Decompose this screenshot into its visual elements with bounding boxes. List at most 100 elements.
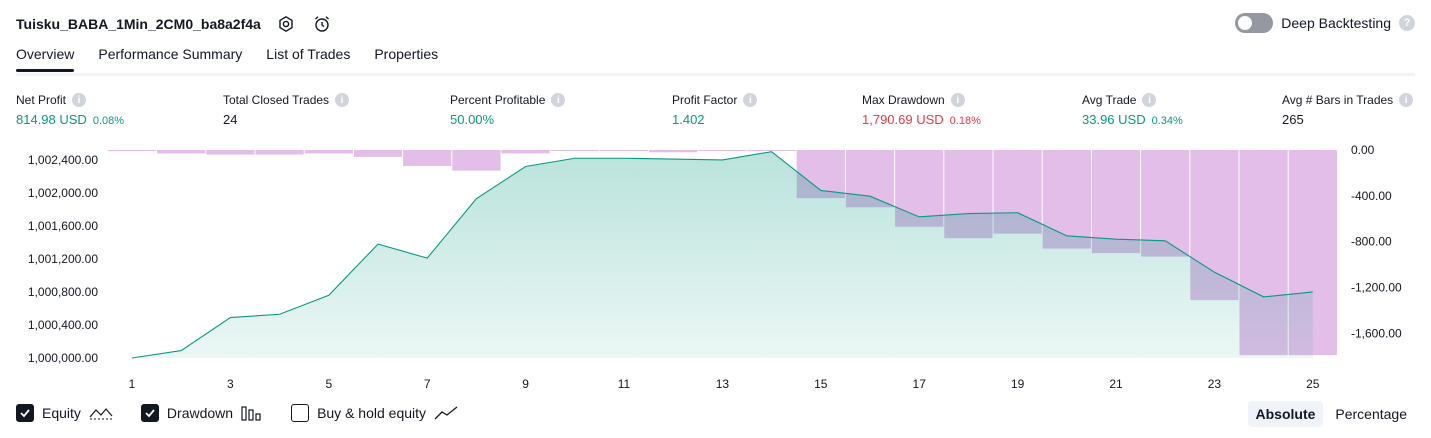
info-icon[interactable]: i — [551, 93, 566, 107]
y-right-tick-label: -400.00 — [1351, 189, 1392, 203]
drawdown-bar — [649, 150, 698, 153]
info-icon[interactable]: i — [1142, 93, 1157, 107]
metric-label: Profit Factor — [672, 93, 738, 107]
x-tick-label: 1 — [129, 377, 136, 391]
drawdown-bar — [206, 150, 255, 155]
drawdown-bar — [452, 150, 501, 171]
buy-hold-checkbox[interactable] — [291, 404, 310, 422]
metric-percent: 0.34% — [1151, 115, 1183, 127]
drawdown-bar — [157, 150, 206, 154]
info-icon[interactable]: i — [1399, 93, 1414, 107]
x-tick-label: 15 — [814, 377, 828, 391]
metric-label: Percent Profitable — [450, 93, 546, 107]
y-right-tick-label: -1,600.00 — [1351, 326, 1402, 340]
tabs-divider — [16, 73, 1415, 76]
y-left-tick-label: 1,001,200.00 — [28, 252, 98, 266]
strategy-title: Tuisku_BABA_1Min_2CM0_ba8a2f4a — [16, 16, 261, 32]
info-icon[interactable]: i — [950, 93, 965, 107]
drawdown-bar — [550, 150, 599, 151]
metric-percent-profitable: Percent Profitable i 50.00% — [450, 93, 566, 127]
legend-drawdown[interactable]: Drawdown — [140, 404, 263, 422]
absolute-button[interactable]: Absolute — [1247, 401, 1324, 427]
line-chart-icon — [89, 406, 113, 420]
tab-bar: Overview Performance Summary List of Tra… — [16, 46, 438, 72]
deep-backtesting-toggle[interactable] — [1235, 13, 1274, 33]
drawdown-checkbox[interactable] — [140, 404, 159, 422]
toggle-knob — [1238, 16, 1253, 30]
metric-value: 1.402 — [672, 112, 705, 127]
drawdown-bar — [353, 150, 403, 157]
y-left-tick-label: 1,002,400.00 — [28, 153, 98, 167]
x-tick-label: 13 — [716, 377, 730, 391]
metric-max-drawdown: Max Drawdown i 1,790.69 USD 0.18% — [862, 93, 981, 127]
x-tick-label: 9 — [522, 377, 529, 391]
deep-backtesting-label: Deep Backtesting — [1281, 15, 1391, 31]
equity-label: Equity — [42, 405, 81, 421]
y-right-tick-label: -800.00 — [1351, 235, 1392, 249]
x-tick-label: 23 — [1208, 377, 1222, 391]
info-icon[interactable]: i — [72, 93, 87, 107]
chart-legend: Equity Drawdown Buy & hold equity — [16, 404, 458, 422]
buy-hold-label: Buy & hold equity — [317, 405, 427, 421]
info-icon[interactable]: i — [743, 93, 758, 107]
metric-label: Avg Trade — [1082, 93, 1137, 107]
legend-equity[interactable]: Equity — [16, 404, 113, 422]
metric-profit-factor: Profit Factor i 1.402 — [672, 93, 758, 127]
y-left-tick-label: 1,000,400.00 — [28, 318, 98, 332]
equity-checkbox[interactable] — [16, 404, 34, 422]
strategy-header: Tuisku_BABA_1Min_2CM0_ba8a2f4a — [16, 12, 333, 36]
tab-overview[interactable]: Overview — [16, 46, 75, 72]
x-tick-label: 5 — [325, 377, 332, 391]
metric-total-closed-trades: Total Closed Trades i 24 — [223, 93, 350, 127]
metrics-row: Net Profit i 814.98 USD 0.08% Total Closed… — [16, 93, 1415, 133]
x-tick-label: 3 — [227, 377, 234, 391]
tab-performance-summary[interactable]: Performance Summary — [98, 46, 242, 70]
bar-chart-icon — [241, 405, 263, 421]
x-tick-label: 21 — [1109, 377, 1123, 391]
tab-properties[interactable]: Properties — [374, 46, 438, 70]
legend-buy-hold[interactable]: Buy & hold equity — [291, 404, 458, 422]
metric-avg-trade: Avg Trade i 33.96 USD 0.34% — [1082, 93, 1183, 127]
y-left-tick-label: 1,000,000.00 — [28, 351, 98, 365]
info-icon[interactable]: i — [335, 93, 350, 107]
help-icon[interactable]: ? — [1399, 15, 1415, 31]
drawdown-bar — [501, 150, 550, 154]
percentage-button[interactable]: Percentage — [1327, 401, 1415, 427]
y-left-tick-label: 1,002,000.00 — [28, 186, 98, 200]
chart-canvas[interactable]: 1,000,000.00 1,000,400.00 1,000,800.00 1,00… — [0, 140, 1431, 400]
drawdown-label: Drawdown — [166, 405, 234, 421]
drawdown-bar — [255, 150, 304, 155]
x-tick-label: 7 — [424, 377, 431, 391]
y-right-tick-label: -1,200.00 — [1351, 281, 1402, 295]
metric-value: 33.96 USD — [1082, 112, 1146, 127]
metric-net-profit: Net Profit i 814.98 USD 0.08% — [16, 93, 124, 127]
trend-line-icon — [434, 406, 458, 420]
drawdown-bar — [747, 150, 796, 151]
drawdown-bar — [403, 150, 452, 167]
x-tick-label: 19 — [1011, 377, 1025, 391]
alarm-clock-icon[interactable] — [311, 13, 333, 35]
metric-value: 1,790.69 USD — [862, 112, 944, 127]
metric-label: Net Profit — [16, 93, 67, 107]
x-tick-label: 17 — [913, 377, 927, 391]
drawdown-bar — [304, 150, 353, 154]
deep-backtesting-control: Deep Backtesting ? — [1235, 13, 1415, 33]
metric-value: 814.98 USD — [16, 112, 87, 127]
metric-label: Avg # Bars in Trades — [1282, 93, 1394, 107]
equity-drawdown-chart[interactable]: 1,000,000.00 1,000,400.00 1,000,800.00 1,00… — [0, 140, 1431, 400]
metric-label: Max Drawdown — [862, 93, 945, 107]
x-tick-label: 11 — [618, 377, 631, 391]
settings-icon[interactable] — [275, 13, 297, 35]
drawdown-bar — [599, 150, 649, 151]
drawdown-bar — [108, 150, 157, 152]
y-left-tick-label: 1,000,800.00 — [28, 285, 98, 299]
x-tick-label: 25 — [1306, 377, 1320, 391]
y-right-tick-label: 0.00 — [1351, 143, 1375, 157]
metric-percent: 0.08% — [92, 115, 125, 127]
metric-value: 24 — [223, 112, 238, 127]
drawdown-bar — [698, 150, 747, 151]
tab-list-of-trades[interactable]: List of Trades — [266, 46, 350, 70]
metric-value: 50.00% — [450, 112, 495, 127]
metric-percent: 0.18% — [949, 115, 981, 127]
value-mode-switch: Absolute Percentage — [1247, 401, 1416, 427]
